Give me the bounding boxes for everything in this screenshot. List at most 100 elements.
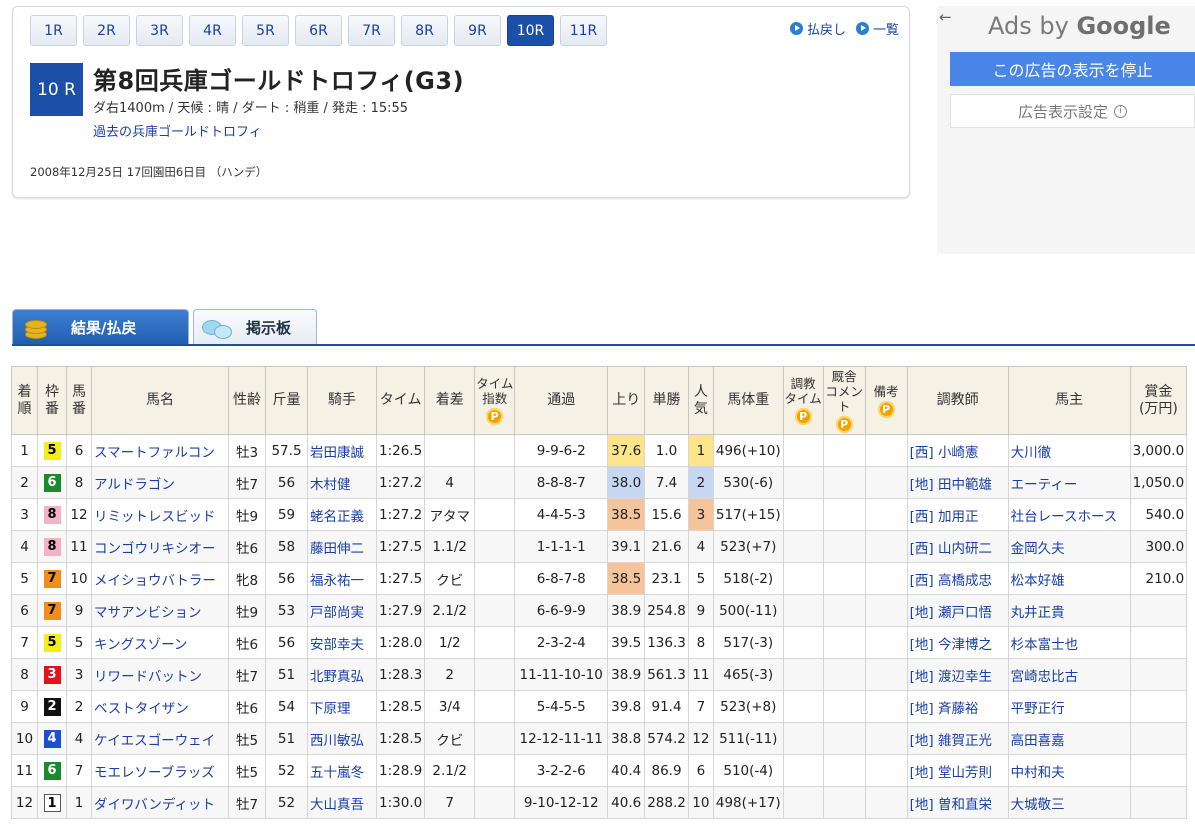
rank-cell: 2	[11, 466, 38, 499]
time-index-cell	[474, 498, 516, 531]
horse-name-cell-link[interactable]: リミットレスビッド	[94, 509, 216, 525]
popularity-cell: 9	[687, 594, 714, 627]
margin-cell: クビ	[424, 562, 476, 595]
training-time-cell	[782, 466, 824, 499]
stop-ad-button[interactable]: この広告の表示を停止	[950, 52, 1195, 86]
jockey-cell-link[interactable]: 蛯名正義	[310, 509, 364, 525]
jockey-cell-link[interactable]: 西川敏弘	[310, 733, 364, 749]
jockey-cell: 西川敏弘	[307, 722, 377, 755]
ad-settings-button[interactable]: 広告表示設定 i	[950, 94, 1195, 128]
horse-name-cell-link[interactable]: スマートファルコン	[94, 445, 215, 461]
horse-name-cell-link[interactable]: ケイエスゴーウェイ	[94, 733, 215, 749]
rank-cell: 5	[11, 562, 38, 595]
prize-cell: 300.0	[1129, 530, 1188, 563]
owner-cell-link[interactable]: 社台レースホース	[1011, 509, 1118, 525]
trainer-cell-link[interactable]: [地] 雑賀正光	[910, 733, 992, 749]
sex-age-cell: 牡7	[228, 786, 266, 819]
back-arrow-icon[interactable]: ←	[939, 8, 952, 26]
owner-cell-link[interactable]: エーティー	[1011, 477, 1078, 493]
owner-cell-link[interactable]: 松本好雄	[1011, 573, 1065, 589]
race-tab-1r[interactable]: 1R	[30, 15, 77, 46]
race-tab-10r[interactable]: 10R	[507, 15, 554, 46]
margin-cell: 4	[424, 466, 476, 499]
jockey-cell-link[interactable]: 岩田康誠	[310, 445, 364, 461]
trainer-cell-link[interactable]: [地] 堂山芳則	[910, 765, 992, 781]
tab-board[interactable]: 掲示板	[193, 309, 317, 345]
race-tab-11r[interactable]: 11R	[560, 15, 607, 46]
trainer-cell-link[interactable]: [地] 斉藤裕	[910, 701, 979, 717]
race-tab-8r[interactable]: 8R	[401, 15, 448, 46]
horse-name-cell: ケイエスゴーウェイ	[91, 722, 229, 755]
owner-cell-link[interactable]: 宮崎忠比古	[1011, 669, 1079, 685]
horse-name-cell-link[interactable]: ダイワバンディット	[94, 797, 215, 813]
race-tab-2r[interactable]: 2R	[83, 15, 130, 46]
horse-name-cell-link[interactable]: アルドラゴン	[94, 477, 175, 493]
owner-cell: 高田喜嘉	[1007, 722, 1131, 755]
past-races-link[interactable]: 過去の兵庫ゴールドトロフィ	[93, 121, 262, 140]
owner-cell-link[interactable]: 大城敬三	[1011, 797, 1065, 813]
owner-cell-link[interactable]: 大川徹	[1011, 445, 1052, 461]
race-tab-7r[interactable]: 7R	[348, 15, 395, 46]
jockey-cell-link[interactable]: 藤田伸二	[310, 541, 364, 557]
umaban-cell: 11	[66, 530, 92, 563]
trainer-cell-link[interactable]: [西] 高橋成忠	[910, 573, 992, 589]
popularity-cell: 7	[687, 690, 714, 723]
premium-p-icon[interactable]: P	[877, 400, 895, 418]
trainer-cell-link[interactable]: [地] 今津博之	[910, 637, 992, 653]
tab-results[interactable]: 結果/払戻	[12, 309, 189, 345]
race-tab-3r[interactable]: 3R	[136, 15, 183, 46]
owner-cell-link[interactable]: 杉本富士也	[1011, 637, 1079, 653]
race-tab-5r[interactable]: 5R	[242, 15, 289, 46]
horse-name-cell-link[interactable]: ベストタイザン	[94, 701, 189, 717]
popularity-cell: 3	[687, 498, 714, 531]
remarks-cell	[864, 658, 908, 691]
table-row: 1 5 6 スマートファルコン 牡3 57.5 岩田康誠 1:26.5 9-9-6-2 37.6 1…	[11, 434, 1188, 467]
waku-cell: 5	[37, 434, 67, 467]
training-time-cell	[782, 754, 824, 787]
horse-name-cell-link[interactable]: マサアンビション	[94, 605, 201, 621]
owner-cell-link[interactable]: 高田喜嘉	[1011, 733, 1065, 749]
horse-name-cell-link[interactable]: リワードバットン	[94, 669, 202, 685]
premium-p-icon[interactable]: P	[794, 408, 812, 425]
owner-cell-link[interactable]: 中村和夫	[1011, 765, 1065, 781]
owner-cell-link[interactable]: 平野正行	[1011, 701, 1065, 717]
trainer-cell-link[interactable]: [地] 渡辺幸生	[910, 669, 992, 685]
trainer-cell-link[interactable]: [地] 曽和直栄	[910, 797, 992, 813]
trainer-cell-link[interactable]: [西] 山内研二	[910, 541, 992, 557]
owner-cell-link[interactable]: 丸井正貴	[1011, 605, 1065, 621]
race-tab-6r[interactable]: 6R	[295, 15, 342, 46]
horse-name-cell: マサアンビション	[91, 594, 229, 627]
odds-cell: 21.6	[644, 530, 689, 563]
jockey-cell-link[interactable]: 下原理	[310, 701, 351, 717]
jockey-cell-link[interactable]: 福永祐一	[310, 573, 364, 589]
jockey-cell-link[interactable]: 木村健	[310, 477, 351, 493]
jockey-cell-link[interactable]: 戸部尚実	[310, 605, 364, 621]
race-tab-9r[interactable]: 9R	[454, 15, 501, 46]
premium-p-icon[interactable]: P	[835, 415, 853, 433]
horse-name-cell-link[interactable]: モエレソーブラッズ	[94, 765, 215, 781]
payout-link[interactable]: 払戻し	[789, 19, 846, 38]
time-index-cell	[474, 562, 516, 595]
trainer-cell-link[interactable]: [地] 瀬戸口悟	[910, 605, 992, 621]
horse-name-cell-link[interactable]: キングスゾーン	[94, 637, 187, 653]
sex-age-cell: 牡6	[228, 626, 266, 659]
horse-name-cell-link[interactable]: メイショウバトラー	[94, 573, 216, 589]
owner-cell-link[interactable]: 金岡久夫	[1011, 541, 1065, 557]
col-popularity: 人気	[687, 366, 714, 435]
table-row: 9 2 2 ベストタイザン 牡6 54 下原理 1:28.5 3/4 5-4-5-5 39.8 91.…	[11, 690, 1188, 723]
horse-name-cell-link[interactable]: コンゴウリキシオー	[94, 541, 216, 557]
jockey-cell-link[interactable]: 大山真吾	[310, 797, 364, 813]
jockey-cell-link[interactable]: 安部幸夫	[310, 637, 364, 653]
trainer-cell-link[interactable]: [西] 加用正	[910, 509, 979, 525]
prize-cell: 540.0	[1129, 498, 1188, 531]
premium-p-icon[interactable]: P	[486, 408, 504, 425]
trainer-cell-link[interactable]: [西] 小崎憲	[910, 445, 979, 461]
race-tab-4r[interactable]: 4R	[189, 15, 236, 46]
odds-cell: 7.4	[644, 466, 689, 499]
trainer-cell-link[interactable]: [地] 田中範雄	[910, 477, 992, 493]
race-number-badge: 10 R	[30, 63, 83, 116]
waku-badge: 4	[43, 729, 61, 748]
list-link[interactable]: 一覧	[855, 19, 899, 38]
jockey-cell-link[interactable]: 北野真弘	[310, 669, 364, 685]
jockey-cell-link[interactable]: 五十嵐冬	[310, 765, 364, 781]
